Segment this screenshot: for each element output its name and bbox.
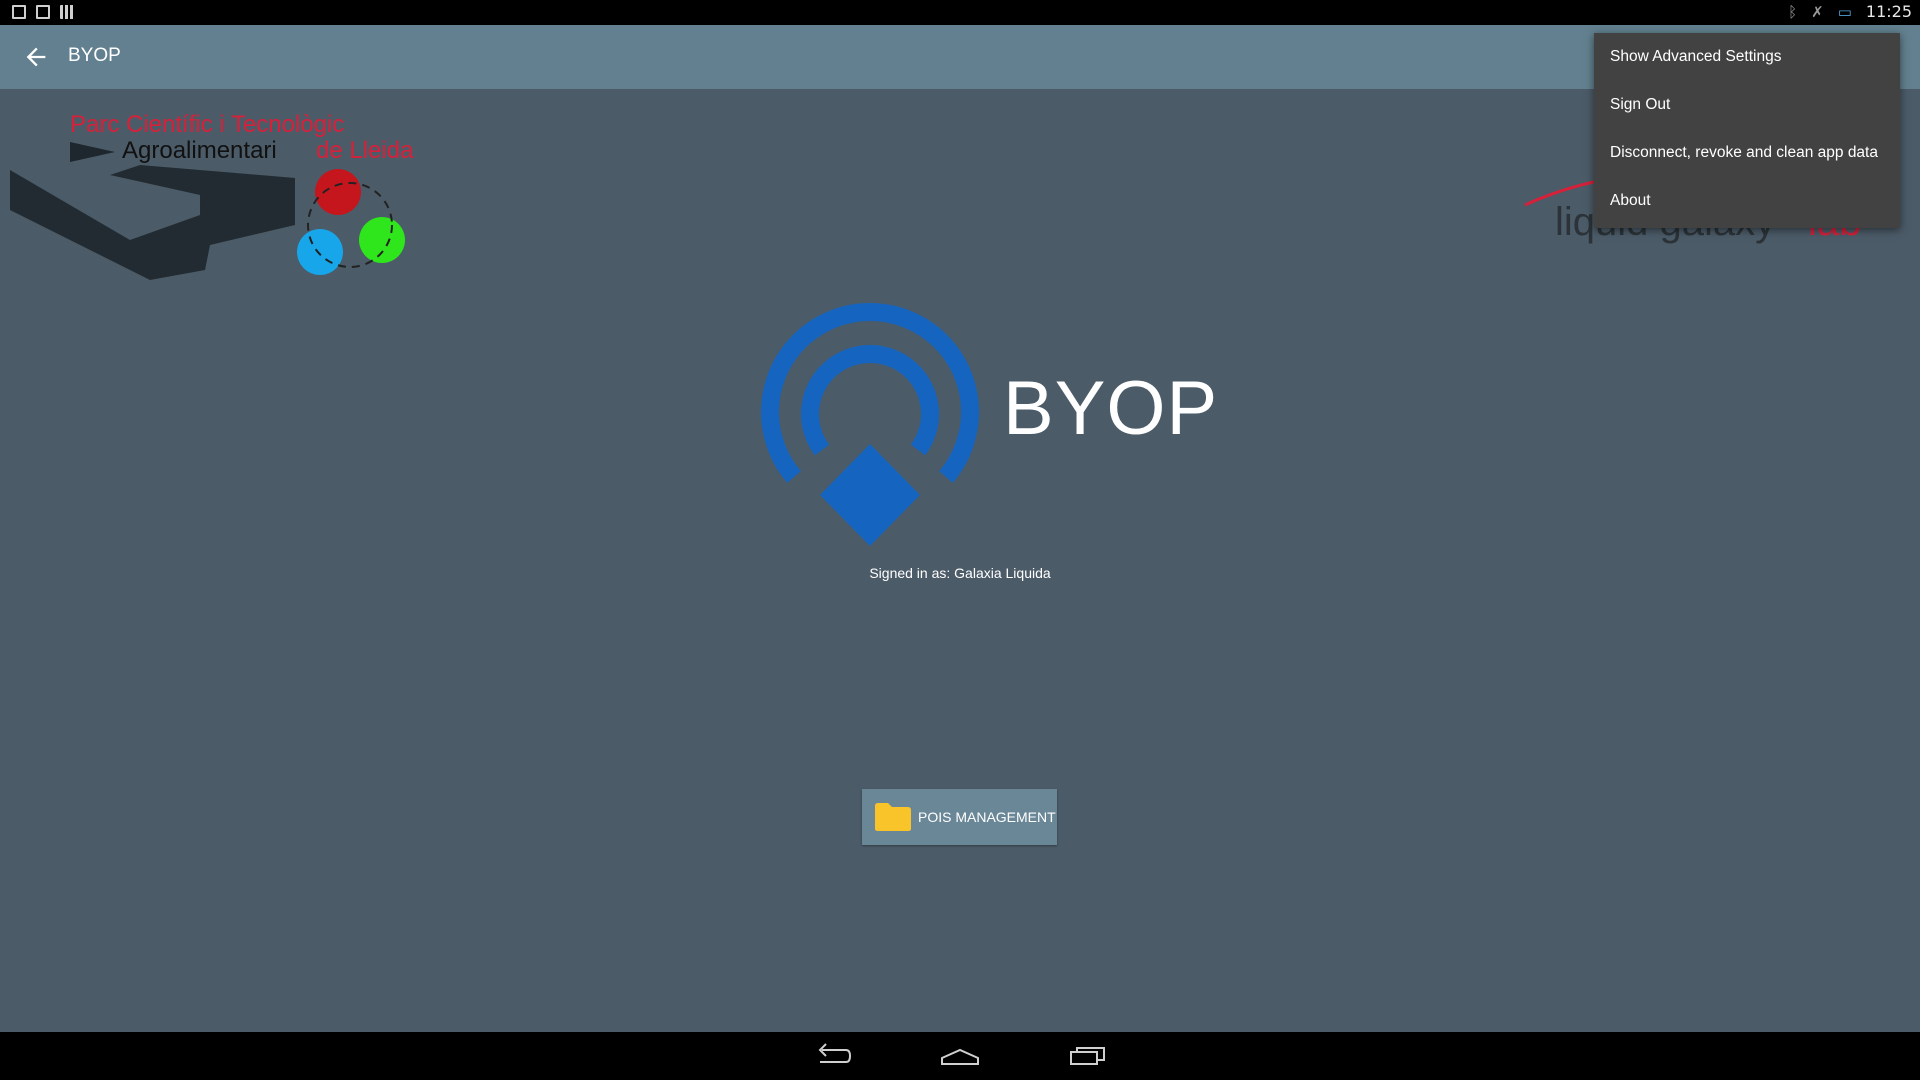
status-bar-system: ᛒ ✗ ▭ 11:25 [1788,2,1912,21]
overflow-menu: Show Advanced Settings Sign Out Disconne… [1594,33,1900,228]
signed-in-status: Signed in as: Galaxia Liquida [0,565,1920,581]
parc-logo-line2a: Agroalimentari [122,137,277,164]
menu-item-about[interactable]: About [1594,177,1900,225]
clock: 11:25 [1865,2,1912,21]
broadcast-pin-icon [761,303,979,546]
parc-cientific-logo: Parc Científic i Tecnològic Agroalimenta… [10,100,450,290]
arrow-left-icon [26,47,46,67]
signed-in-label: Signed in as: Galaxia Liquida [869,565,1051,581]
parc-logo-graphic: Parc Científic i Tecnològic Agroalimenta… [10,111,414,280]
back-arrow-icon[interactable] [22,43,50,71]
menu-item-disconnect-revoke[interactable]: Disconnect, revoke and clean app data [1594,129,1900,177]
nav-recents-icon[interactable] [1068,1042,1108,1070]
screen-cast-icon: ▭ [1837,2,1852,21]
no-signal-icon: ✗ [1811,2,1824,21]
barcode-icon [60,5,74,19]
image-icon [12,5,26,19]
bluetooth-icon: ᛒ [1788,2,1798,21]
pois-management-button[interactable]: POIS MANAGEMENT [862,789,1057,845]
nav-back-icon[interactable] [812,1042,852,1070]
shop-bag-icon [36,5,50,19]
app-bar-title: BYOP [68,45,121,66]
status-bar-notifications [12,5,74,19]
parc-logo-line1: Parc Científic i Tecnològic [70,111,344,138]
status-bar: ᛒ ✗ ▭ 11:25 [0,0,1920,25]
nav-home-icon[interactable] [940,1042,980,1070]
pois-management-label: POIS MANAGEMENT [918,809,1056,825]
menu-item-show-advanced-settings[interactable]: Show Advanced Settings [1594,33,1900,81]
navigation-bar [0,1032,1920,1080]
menu-item-sign-out[interactable]: Sign Out [1594,81,1900,129]
app-name-heading: BYOP [1003,366,1219,451]
byop-logo-icon [760,292,980,552]
folder-icon [874,802,912,832]
parc-logo-line2b: de Lleida [316,137,414,164]
